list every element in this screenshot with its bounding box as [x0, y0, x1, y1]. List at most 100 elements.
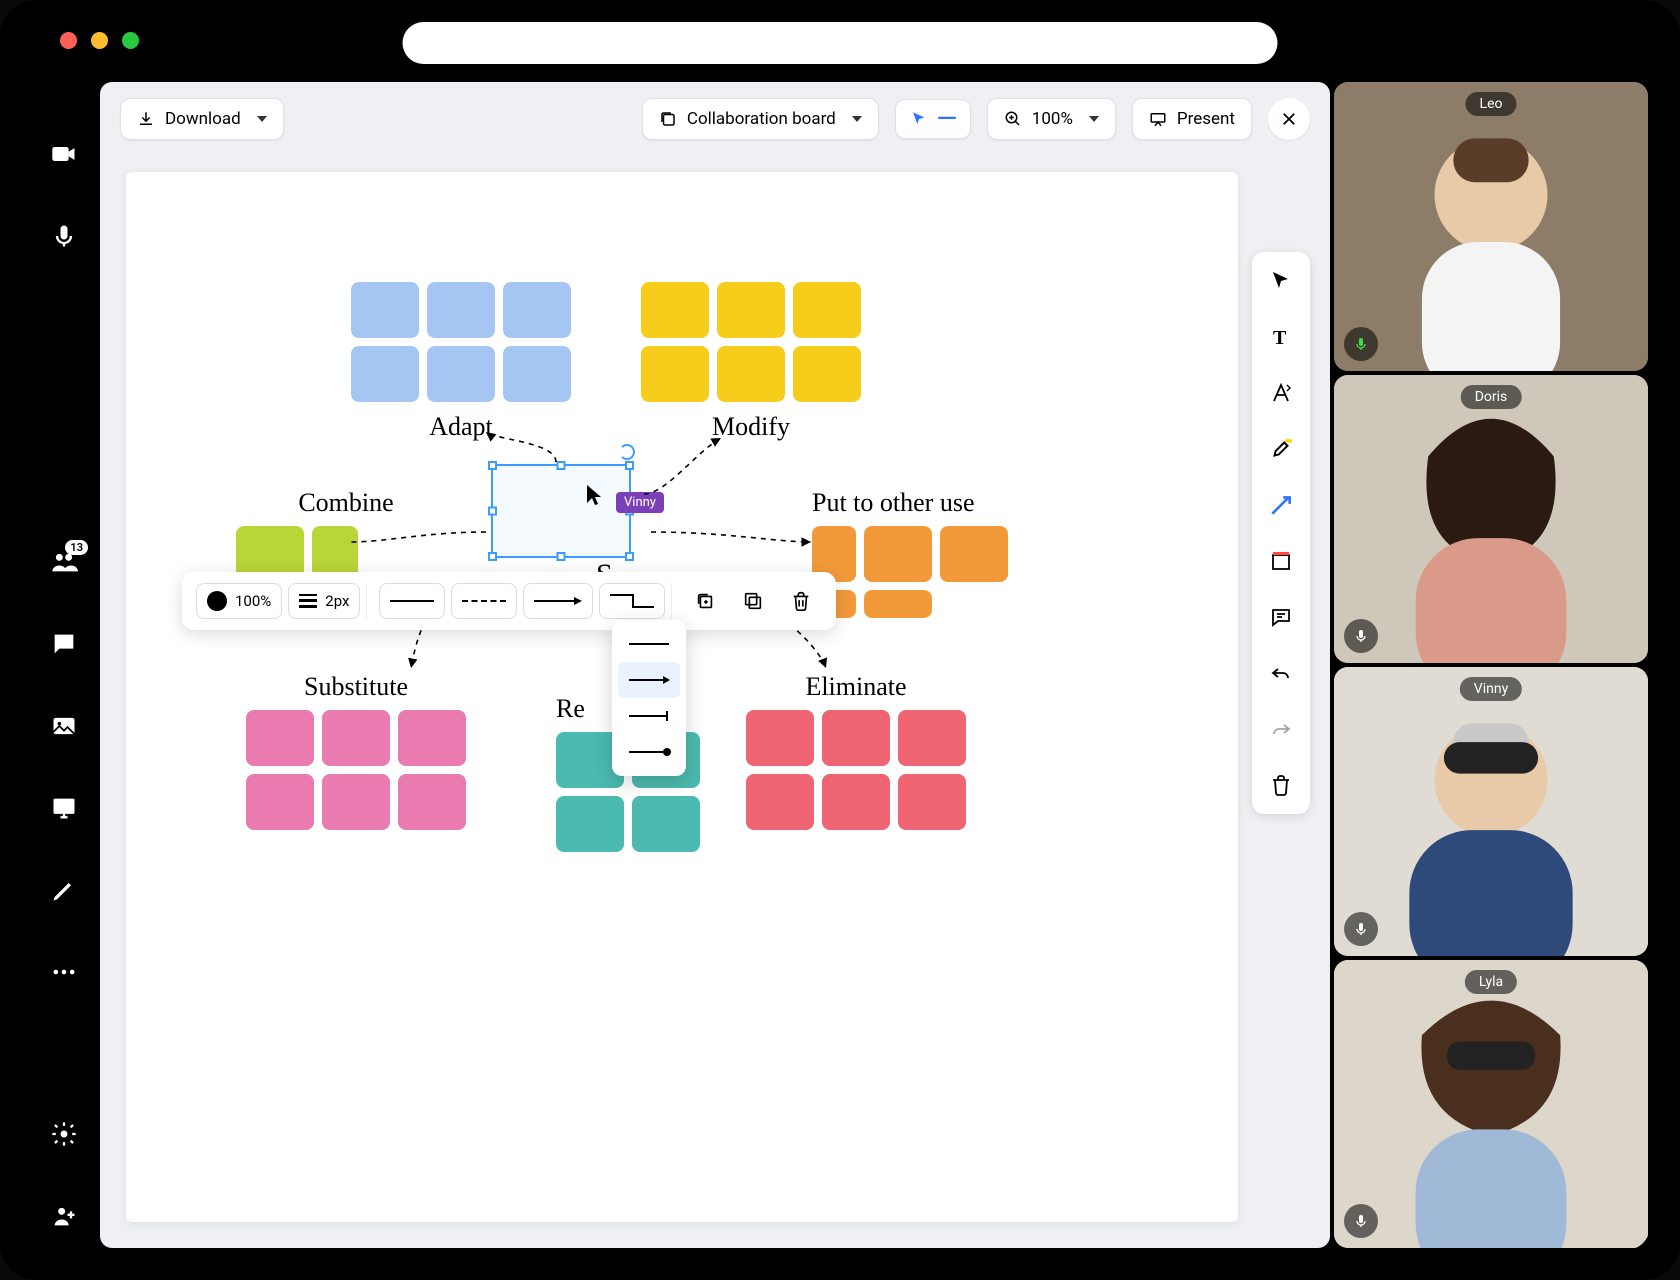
sticky-note[interactable] [322, 710, 390, 766]
sticky-note[interactable] [246, 774, 314, 830]
sticky-note[interactable] [427, 346, 495, 402]
board-canvas[interactable]: Adapt Modify Combine [126, 172, 1238, 1222]
download-button[interactable]: Download [120, 98, 284, 140]
bring-forward-icon [694, 590, 716, 612]
sticky-note[interactable] [717, 346, 785, 402]
sticky-note[interactable] [398, 710, 466, 766]
cluster-eliminate[interactable]: Eliminate [746, 672, 966, 830]
text-tool[interactable]: T [1266, 322, 1296, 352]
close-icon [1280, 110, 1298, 128]
camera-icon[interactable] [50, 140, 78, 168]
participant-mic-indicator[interactable] [1344, 327, 1378, 361]
participants-icon[interactable]: 13 [50, 548, 78, 576]
sticky-note[interactable] [556, 796, 624, 852]
select-tool[interactable] [1266, 266, 1296, 296]
cluster-put-other[interactable]: Put to other use [812, 488, 1008, 618]
present-icon [1149, 110, 1167, 128]
sticky-note[interactable] [641, 346, 709, 402]
invite-icon[interactable] [50, 1202, 78, 1230]
cluster-label: Substitute [246, 672, 466, 702]
cluster-substitute[interactable]: Substitute [246, 672, 466, 830]
video-tile[interactable]: Doris [1334, 375, 1648, 664]
chat-icon[interactable] [50, 630, 78, 658]
settings-icon[interactable] [50, 1120, 78, 1148]
window-maximize-button[interactable] [122, 32, 139, 49]
cluster-combine[interactable]: Combine [236, 488, 456, 582]
arrow-end-none[interactable] [618, 626, 680, 662]
zoom-in-icon [1004, 110, 1022, 128]
sticky-note[interactable] [746, 774, 814, 830]
image-icon[interactable] [50, 712, 78, 740]
participant-mic-indicator[interactable] [1344, 619, 1378, 653]
sticky-note[interactable] [503, 346, 571, 402]
highlighter-tool[interactable] [1266, 434, 1296, 464]
arrow-end-dropdown[interactable] [612, 620, 686, 776]
video-tile[interactable]: Lyla [1334, 960, 1648, 1249]
sticky-note[interactable] [864, 526, 932, 582]
screen-share-icon[interactable] [50, 794, 78, 822]
boards-icon [659, 110, 677, 128]
participant-mic-indicator[interactable] [1344, 1204, 1378, 1238]
present-button[interactable]: Present [1132, 98, 1252, 140]
board-title-dropdown[interactable]: Collaboration board [642, 98, 879, 140]
zoom-control[interactable]: 100% [987, 98, 1116, 140]
redo-icon [1269, 717, 1293, 741]
video-tile[interactable]: Vinny [1334, 667, 1648, 956]
cluster-modify[interactable]: Modify [641, 282, 861, 442]
more-icon[interactable] [50, 958, 78, 986]
browser-address-bar[interactable] [403, 22, 1278, 64]
undo-button[interactable] [1266, 658, 1296, 688]
redo-button[interactable] [1266, 714, 1296, 744]
microphone-icon[interactable] [50, 222, 78, 250]
arrow-end-dot[interactable] [618, 734, 680, 770]
sticky-note[interactable] [427, 282, 495, 338]
sticky-note[interactable] [398, 774, 466, 830]
bring-forward-button[interactable] [684, 580, 726, 622]
window-minimize-button[interactable] [91, 32, 108, 49]
sticky-note[interactable] [641, 282, 709, 338]
cursor-mode-button[interactable] [895, 99, 971, 139]
color-opacity-control[interactable]: 100% [196, 583, 282, 619]
video-tile[interactable]: Leo [1334, 82, 1648, 371]
sticky-note[interactable] [322, 774, 390, 830]
sticky-note[interactable] [632, 796, 700, 852]
sticky-note[interactable] [793, 282, 861, 338]
sticky-note[interactable] [746, 710, 814, 766]
selection-box[interactable] [491, 464, 631, 558]
close-board-button[interactable] [1268, 98, 1310, 140]
delete-button[interactable] [780, 580, 822, 622]
comment-tool[interactable] [1266, 602, 1296, 632]
sticky-note[interactable] [822, 774, 890, 830]
arrow-end-open[interactable] [618, 662, 680, 698]
sticky-note[interactable] [898, 710, 966, 766]
cluster-adapt[interactable]: Adapt [351, 282, 571, 442]
stroke-width-control[interactable]: 2px [288, 583, 360, 619]
sticky-note[interactable] [717, 282, 785, 338]
pen-icon[interactable] [50, 876, 78, 904]
line-style-solid[interactable] [379, 583, 445, 619]
duplicate-button[interactable] [732, 580, 774, 622]
sticky-note[interactable] [503, 282, 571, 338]
font-tool[interactable] [1266, 378, 1296, 408]
participant-mic-indicator[interactable] [1344, 912, 1378, 946]
window-traffic-lights[interactable] [60, 32, 139, 49]
arrow-tool[interactable] [1266, 490, 1296, 520]
arrow-end-bar[interactable] [618, 698, 680, 734]
sticky-note[interactable] [940, 526, 1008, 582]
line-style-dashed[interactable] [451, 583, 517, 619]
sticky-note[interactable] [246, 710, 314, 766]
sticky-note[interactable] [864, 590, 932, 618]
sticky-note[interactable] [793, 346, 861, 402]
window-close-button[interactable] [60, 32, 77, 49]
line-style-step[interactable] [599, 583, 665, 619]
arrow-end-dropdown-trigger[interactable] [523, 583, 593, 619]
color-swatch-icon [207, 591, 227, 611]
rotate-handle-icon[interactable] [619, 444, 635, 460]
sticky-note[interactable] [898, 774, 966, 830]
sticky-note[interactable] [351, 282, 419, 338]
collaborator-name-tag: Vinny [616, 492, 664, 513]
trash-tool[interactable] [1266, 770, 1296, 800]
shape-tool[interactable] [1266, 546, 1296, 576]
sticky-note[interactable] [822, 710, 890, 766]
sticky-note[interactable] [351, 346, 419, 402]
